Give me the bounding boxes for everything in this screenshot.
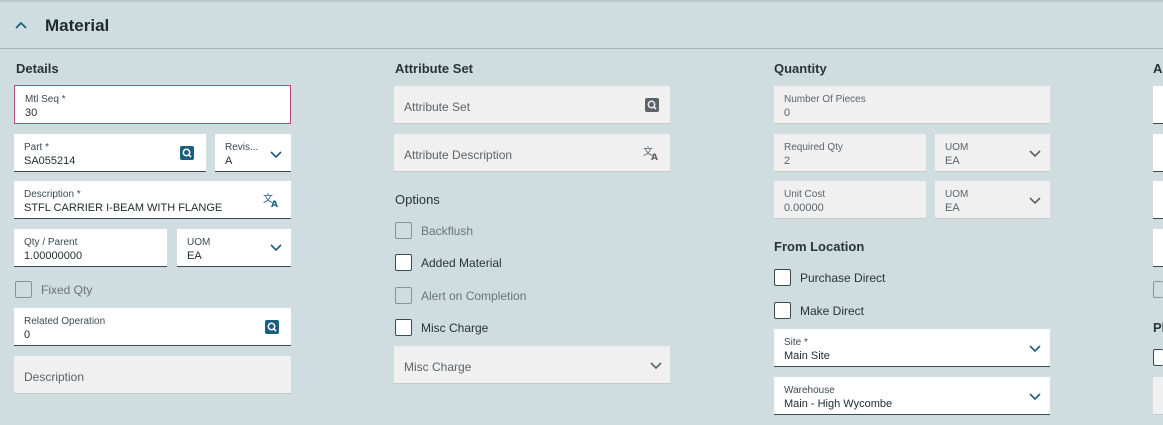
unit-cost-label: Unit Cost <box>784 189 826 200</box>
fixed-qty-label: Fixed Qty <box>41 283 93 297</box>
added-material-checkbox[interactable] <box>395 254 412 271</box>
required-uom-select: UOM EA <box>935 134 1050 172</box>
revision-select[interactable]: Revis... A <box>215 134 291 172</box>
quantity-heading: Quantity <box>774 61 827 76</box>
svg-text:A: A <box>651 153 658 161</box>
chevron-down-icon <box>650 362 662 370</box>
warehouse-select[interactable]: Warehouse Main - High Wycombe <box>774 377 1050 415</box>
uom-select[interactable]: UOM EA <box>177 229 291 267</box>
attribute-description-field: Attribute Description 文 A <box>394 134 670 172</box>
required-qty-value: 2 <box>784 155 791 167</box>
alert-on-completion-label: Alert on Completion <box>421 289 527 303</box>
partial-field-1[interactable] <box>1153 86 1163 124</box>
required-uom-value: EA <box>945 155 960 167</box>
description2-field: Description <box>14 356 291 394</box>
qty-parent-value: 1.00000000 <box>24 250 83 262</box>
unit-cost-value: 0.00000 <box>784 202 824 214</box>
description2-placeholder: Description <box>24 370 85 384</box>
panel-title: Material <box>45 16 110 35</box>
description-field[interactable]: Description * STFL CARRIER I-BEAM WITH F… <box>14 181 291 219</box>
revision-label: Revis... <box>225 142 259 153</box>
chevron-down-icon[interactable] <box>1027 389 1043 405</box>
partial-field-2[interactable] <box>1153 134 1163 172</box>
partial-checkbox-1[interactable] <box>1153 281 1163 298</box>
added-material-label: Added Material <box>421 256 502 270</box>
description-label: Description * <box>24 189 81 200</box>
qty-parent-label: Qty / Parent <box>24 237 78 248</box>
number-of-pieces-label: Number Of Pieces <box>784 94 866 105</box>
from-location-heading: From Location <box>774 239 865 254</box>
qty-parent-field[interactable]: Qty / Parent 1.00000000 <box>14 229 167 267</box>
part-label: Part * <box>24 142 50 153</box>
attribute-set-heading: Attribute Set <box>395 61 473 76</box>
make-direct-label: Make Direct <box>800 304 865 318</box>
backflush-label: Backflush <box>421 224 474 238</box>
required-qty-label: Required Qty <box>784 142 843 153</box>
partial-checkbox-2[interactable] <box>1153 349 1163 366</box>
part-value: SA055214 <box>24 155 76 167</box>
purchase-direct-label: Purchase Direct <box>800 271 886 285</box>
chevron-down-icon[interactable] <box>1027 341 1043 357</box>
misc-charge-placeholder: Misc Charge <box>404 360 472 374</box>
misc-charge-select: Misc Charge <box>394 346 670 384</box>
required-qty-field: Required Qty 2 <box>774 134 926 172</box>
partial-heading-1: Ac <box>1153 61 1163 76</box>
chevron-down-icon <box>1029 150 1041 158</box>
cost-uom-label: UOM <box>945 189 969 200</box>
search-icon[interactable] <box>179 145 195 161</box>
cost-uom-select: UOM EA <box>935 181 1050 219</box>
warehouse-value: Main - High Wycombe <box>784 398 893 410</box>
cost-uom-value: EA <box>945 202 960 214</box>
mtl-seq-field[interactable]: Mtl Seq * 30 <box>14 85 291 124</box>
partial-heading-2: Pl <box>1153 320 1163 335</box>
chevron-down-icon[interactable] <box>268 147 284 163</box>
attribute-description-placeholder: Attribute Description <box>404 148 513 162</box>
partial-field-3[interactable] <box>1153 181 1163 219</box>
revision-value: A <box>225 155 233 167</box>
translate-icon[interactable]: 文 A <box>263 192 279 208</box>
related-operation-label: Related Operation <box>24 316 106 327</box>
site-label: Site * <box>784 337 808 348</box>
backflush-checkbox <box>395 222 412 239</box>
svg-text:A: A <box>271 200 278 208</box>
attribute-set-field: Attribute Set <box>394 86 670 124</box>
fixed-qty-checkbox[interactable] <box>15 281 32 298</box>
partial-field-4[interactable] <box>1153 229 1163 267</box>
options-heading: Options <box>395 192 440 207</box>
unit-cost-field: Unit Cost 0.00000 <box>774 181 926 219</box>
panel-header[interactable]: Material <box>0 2 1163 49</box>
search-icon[interactable] <box>264 319 280 335</box>
required-uom-label: UOM <box>945 142 969 153</box>
misc-charge-label: Misc Charge <box>421 321 489 335</box>
translate-icon: 文 A <box>643 145 658 161</box>
number-of-pieces-field: Number Of Pieces 0 <box>774 86 1050 124</box>
related-operation-value: 0 <box>24 329 31 341</box>
uom-label: UOM <box>187 237 211 248</box>
site-select[interactable]: Site * Main Site <box>774 329 1050 367</box>
uom-value: EA <box>187 250 202 262</box>
mtl-seq-value: 30 <box>25 107 38 119</box>
chevron-up-icon[interactable] <box>14 18 28 32</box>
chevron-down-icon[interactable] <box>268 240 284 256</box>
mtl-seq-label: Mtl Seq * <box>25 94 66 105</box>
make-direct-checkbox[interactable] <box>774 302 791 319</box>
purchase-direct-checkbox[interactable] <box>774 269 791 286</box>
chevron-down-icon <box>1029 197 1041 205</box>
warehouse-label: Warehouse <box>784 385 835 396</box>
number-of-pieces-value: 0 <box>784 107 791 119</box>
search-icon <box>645 98 659 112</box>
partial-field-5 <box>1153 377 1163 415</box>
part-field[interactable]: Part * SA055214 <box>14 134 206 172</box>
description-value: STFL CARRIER I-BEAM WITH FLANGE <box>24 202 223 214</box>
details-heading: Details <box>16 61 59 76</box>
related-operation-field[interactable]: Related Operation 0 <box>14 308 291 346</box>
site-value: Main Site <box>784 350 830 362</box>
alert-on-completion-checkbox <box>395 287 412 304</box>
attribute-set-placeholder: Attribute Set <box>404 100 471 114</box>
misc-charge-checkbox[interactable] <box>395 319 412 336</box>
